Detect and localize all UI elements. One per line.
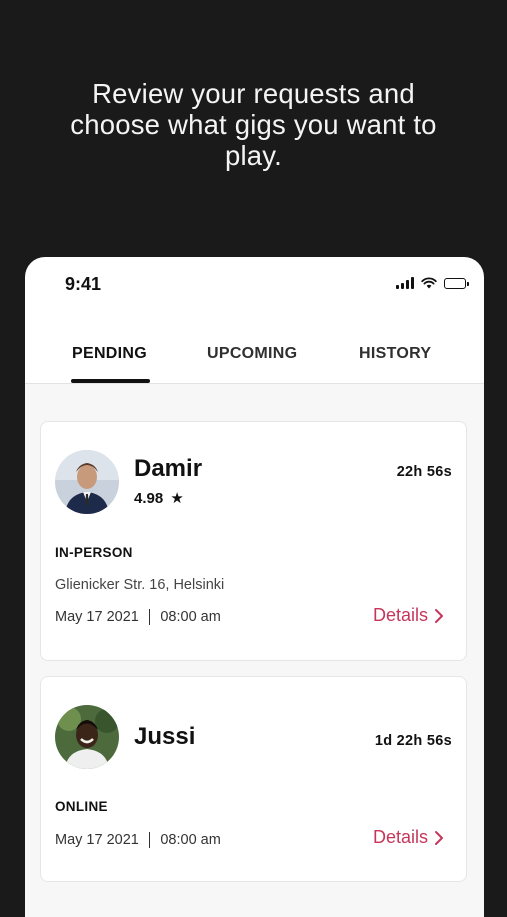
divider [148,832,151,848]
avatar [55,705,119,769]
gig-type: IN-PERSON [55,545,133,560]
star-icon: ★ [170,490,184,507]
requester-name: Jussi [134,723,196,750]
status-bar: 9:41 [25,257,484,317]
gig-date: May 17 2021 [55,832,139,848]
time-remaining: 22h 56s [396,464,452,480]
tab-history[interactable]: HISTORY [359,345,431,363]
phone-screen: 9:41 PENDING UPCOMING HISTORY Damir 4.98… [25,257,484,917]
headline-line-2: choose what gigs you want to [70,109,437,140]
gig-datetime: May 17 2021 08:00 am [55,609,221,625]
gig-time: 08:00 am [160,832,221,848]
tab-upcoming[interactable]: UPCOMING [207,345,297,363]
request-card[interactable]: Damir 4.98 ★ 22h 56s IN-PERSON Glienicke… [40,421,467,661]
gig-time: 08:00 am [160,609,221,625]
requester-name: Damir [134,455,203,482]
tab-bar: PENDING UPCOMING HISTORY [25,317,484,384]
chevron-right-icon [435,608,443,623]
rating-value: 4.98 [134,490,164,507]
status-time: 9:41 [65,274,102,294]
request-list[interactable]: Damir 4.98 ★ 22h 56s IN-PERSON Glienicke… [25,384,484,917]
divider [148,609,151,625]
request-card[interactable]: Jussi 1d 22h 56s ONLINE May 17 2021 08:0… [40,676,467,882]
signal-icon [396,277,414,289]
details-label: Details [372,827,428,847]
chevron-right-icon [435,830,443,845]
rating: 4.98 ★ [134,489,184,507]
wifi-icon [421,277,437,289]
status-icons [396,277,469,289]
details-link[interactable]: Details [373,605,444,626]
time-remaining: 1d 22h 56s [374,733,452,749]
battery-icon [444,277,469,289]
details-label: Details [372,605,428,625]
headline-line-3: play. [224,140,283,171]
gig-address: Glienicker Str. 16, Helsinki [55,577,225,593]
tab-pending[interactable]: PENDING [72,345,147,363]
headline-line-1: Review your requests and [92,78,415,109]
gig-type: ONLINE [55,799,108,814]
gig-datetime: May 17 2021 08:00 am [55,832,221,848]
details-link[interactable]: Details [373,827,444,848]
avatar [55,450,119,514]
gig-date: May 17 2021 [55,609,139,625]
active-tab-indicator [71,379,150,383]
headline: Review your requests and choose what gig… [0,78,507,171]
